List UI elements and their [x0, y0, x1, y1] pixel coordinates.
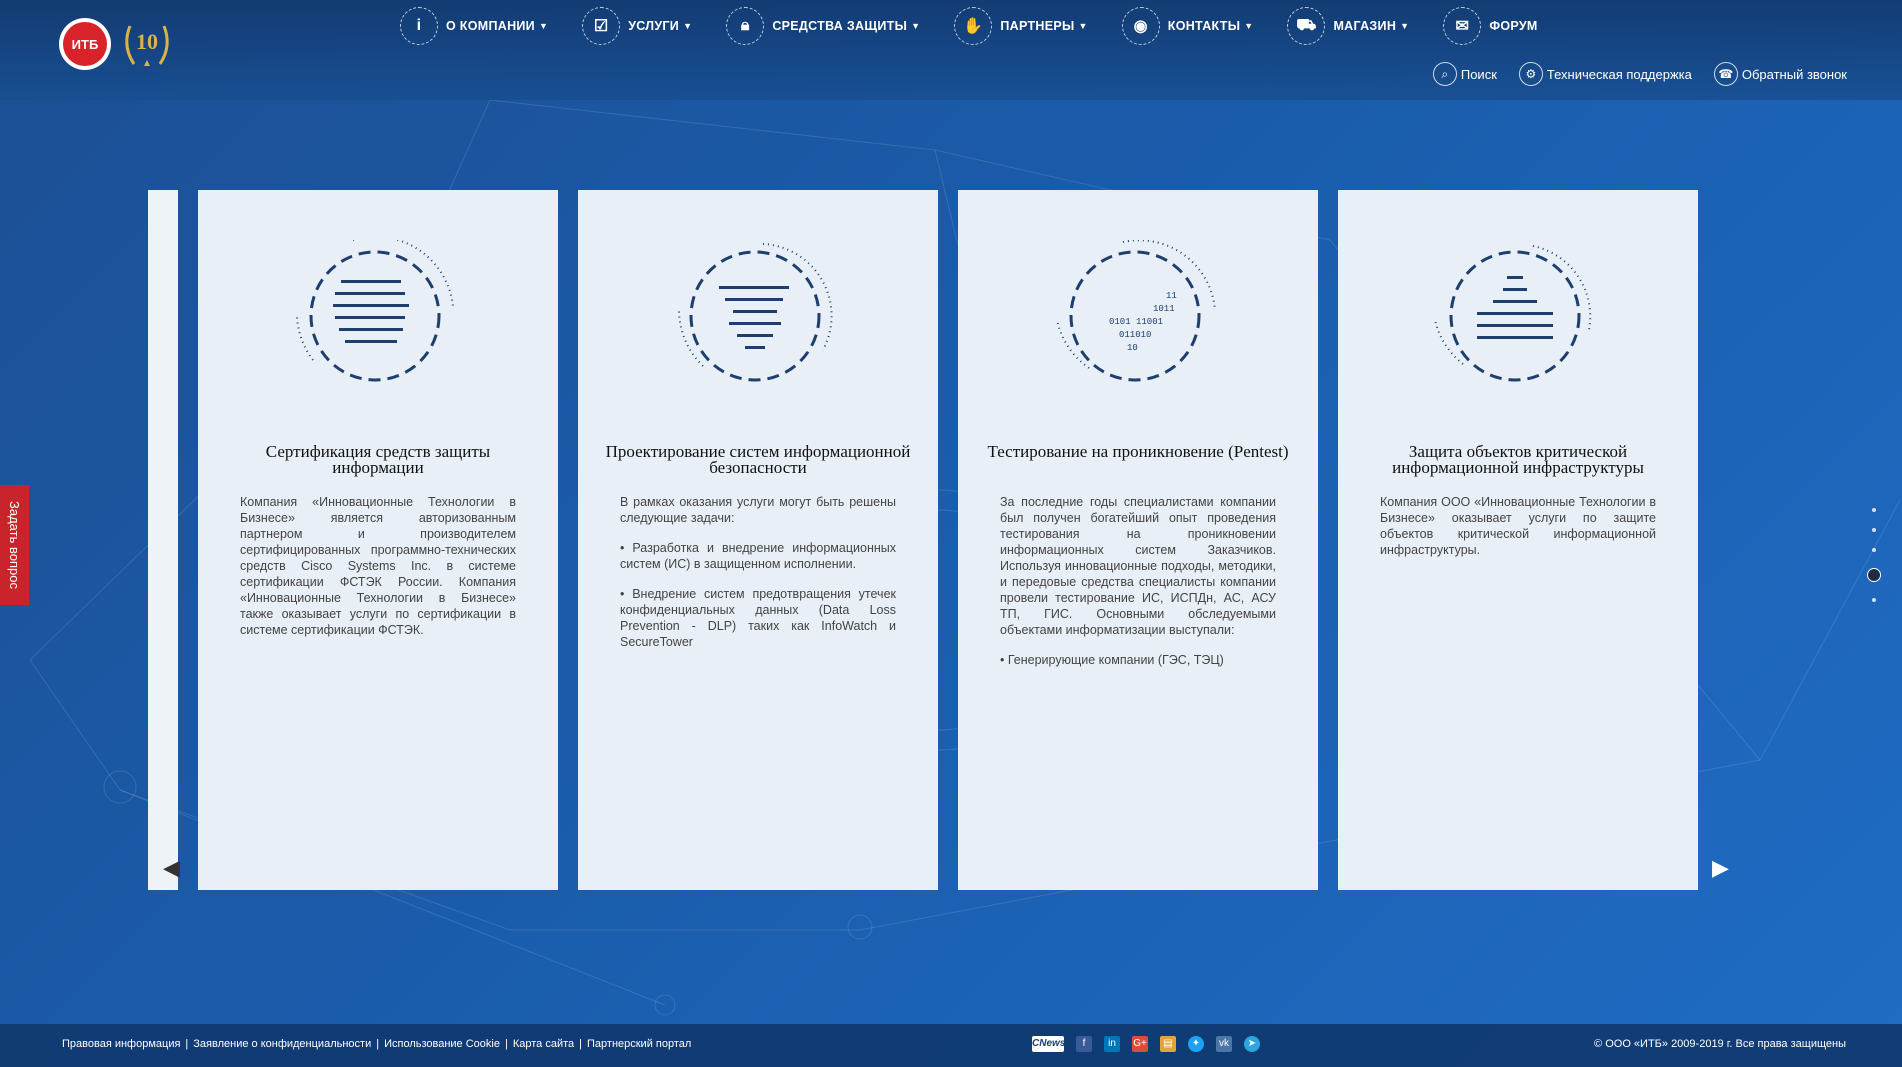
itb-logo[interactable]: ИТБ	[59, 18, 111, 70]
cnews-icon[interactable]: CNews	[1032, 1036, 1065, 1052]
nav-label: УСЛУГИ	[628, 19, 680, 33]
copyright-text: © ООО «ИТБ» 2009-2019 г. Все права защищ…	[1594, 1038, 1846, 1050]
anniversary-badge: 10	[120, 16, 174, 72]
chevron-down-icon: ▼	[1078, 21, 1088, 31]
nav-contacts[interactable]: ◉ КОНТАКТЫ ▼	[1121, 7, 1254, 45]
card-title: Защита объектов критической информационн…	[1392, 442, 1644, 477]
twitter-icon[interactable]: ✦	[1188, 1036, 1204, 1052]
card-paragraph: За последние годы специалистами компании…	[1000, 495, 1276, 637]
slider-dot[interactable]	[1872, 528, 1876, 532]
support-link[interactable]: ⚙ Техническая поддержка	[1518, 62, 1692, 86]
search-label: Поиск	[1460, 66, 1497, 82]
nav-label: МАГАЗИН	[1333, 19, 1397, 33]
nav-about[interactable]: i О КОМПАНИИ ▼	[400, 7, 548, 45]
gear-icon: ⚙	[1518, 62, 1543, 86]
footer-link[interactable]: Партнерский портал	[587, 1038, 691, 1050]
nav-label: О КОМПАНИИ	[446, 19, 535, 33]
nav-label: ПАРТНЕРЫ	[1000, 19, 1075, 33]
binary-line: 1011	[1153, 304, 1175, 314]
linkedin-icon[interactable]: in	[1104, 1036, 1120, 1052]
card-body: В рамках оказания услуги могут быть реше…	[620, 494, 896, 664]
nav-protection[interactable]: 🔒︎ СРЕДСТВА ЗАЩИТЫ ▼	[726, 7, 920, 45]
chevron-down-icon: ▼	[1244, 21, 1254, 31]
card-paragraph: Компания ООО «Инновационные Технологии в…	[1380, 495, 1656, 557]
card-bullet: Разработка и внедрение информационных си…	[620, 540, 896, 572]
nav-forum[interactable]: ✉ ФОРУМ	[1443, 7, 1537, 45]
utility-nav: ⌕ Поиск ⚙ Техническая поддержка ☎ Обратн…	[1411, 62, 1847, 86]
service-card[interactable]: 11 1011 0101 11001 011010 10 Тестировани…	[958, 190, 1318, 890]
slider-dot[interactable]	[1872, 548, 1876, 552]
binary-globe-icon	[296, 240, 454, 382]
card-title: Тестирование на проникновение (Pentest)	[987, 442, 1289, 461]
callback-link[interactable]: ☎ Обратный звонок	[1713, 62, 1847, 86]
binary-line: 10	[1127, 343, 1138, 353]
callback-label: Обратный звонок	[1741, 66, 1847, 82]
slider-dot[interactable]	[1872, 508, 1876, 512]
info-icon: i	[400, 7, 438, 45]
nav-label: ФОРУМ	[1489, 19, 1538, 33]
binary-shield-icon	[678, 243, 833, 382]
chevron-down-icon: ▼	[911, 21, 921, 31]
vk-icon[interactable]: vk	[1216, 1036, 1232, 1052]
card-paragraph: Компания «Инновационные Технологии в Биз…	[240, 495, 516, 637]
previous-card-edge	[148, 190, 178, 890]
card-body: Компания «Инновационные Технологии в Биз…	[240, 494, 516, 652]
site-footer: Правовая информация | Заявление о конфиде…	[0, 1024, 1902, 1067]
ask-question-tab[interactable]: Задать вопрос	[0, 485, 29, 605]
logo-text: ИТБ	[63, 22, 107, 66]
card-title: Сертификация средств защиты информации	[265, 442, 491, 477]
binary-code-icon: 11 1011 0101 11001 011010 10	[1056, 240, 1216, 382]
binary-line: 11	[1166, 291, 1177, 301]
handshake-icon: ✋	[954, 7, 993, 45]
site-header: ИТБ 10 i О КОМПАНИИ ▼ ☑ УСЛУГИ ▼ 🔒︎ СРЕДСТ…	[0, 0, 1902, 100]
card-bullet: Внедрение систем предотвращения утечек к…	[620, 586, 896, 650]
prev-slide-arrow-icon[interactable]: ◀	[163, 855, 180, 881]
social-links: CNews f in G+ ▤ ✦ vk ➤	[1032, 1036, 1272, 1052]
chat-icon: ✉	[1443, 7, 1482, 45]
nav-label: КОНТАКТЫ	[1167, 19, 1241, 33]
search-link[interactable]: ⌕ Поиск	[1432, 62, 1497, 86]
main-nav: i О КОМПАНИИ ▼ ☑ УСЛУГИ ▼ 🔒︎ СРЕДСТВА ЗАЩИ…	[400, 6, 1572, 46]
googleplus-icon[interactable]: G+	[1132, 1036, 1148, 1052]
chevron-down-icon: ▼	[683, 21, 693, 31]
nav-label: СРЕДСТВА ЗАЩИТЫ	[772, 19, 908, 33]
cart-icon: ⛟	[1287, 7, 1326, 45]
card-body: За последние годы специалистами компании…	[1000, 494, 1276, 682]
service-card[interactable]: Защита объектов критической информационн…	[1338, 190, 1698, 890]
nav-partners[interactable]: ✋ ПАРТНЕРЫ ▼	[954, 7, 1087, 45]
chevron-down-icon: ▼	[1400, 21, 1410, 31]
anniversary-number: 10	[136, 29, 158, 54]
nav-shop[interactable]: ⛟ МАГАЗИН ▼	[1287, 7, 1409, 45]
location-icon: ◉	[1121, 7, 1160, 45]
telegram-icon[interactable]: ➤	[1244, 1036, 1260, 1052]
footer-link[interactable]: Правовая информация	[62, 1038, 180, 1050]
binary-line: 011010	[1119, 330, 1151, 340]
ask-question-label: Задать вопрос	[7, 501, 22, 589]
card-body: Компания ООО «Инновационные Технологии в…	[1380, 494, 1656, 572]
lock-icon: 🔒︎	[726, 7, 765, 45]
service-card[interactable]: Сертификация средств защиты информации К…	[198, 190, 558, 890]
habr-icon[interactable]: ▤	[1160, 1036, 1176, 1052]
card-paragraph: В рамках оказания услуги могут быть реше…	[620, 495, 896, 525]
footer-links: Правовая информация | Заявление о конфиде…	[62, 1038, 692, 1050]
checklist-icon: ☑	[582, 7, 621, 45]
nav-services[interactable]: ☑ УСЛУГИ ▼	[582, 7, 692, 45]
card-bullet: Генерирующие компании (ГЭС, ТЭЦ)	[1000, 652, 1276, 668]
next-slide-arrow-icon[interactable]: ▶	[1712, 855, 1729, 881]
footer-link[interactable]: Использование Cookie	[384, 1038, 500, 1050]
binary-factory-icon	[1434, 245, 1592, 382]
slider-dot[interactable]	[1872, 598, 1876, 602]
card-title: Проектирование систем информационной без…	[605, 442, 911, 477]
footer-link[interactable]: Карта сайта	[513, 1038, 574, 1050]
slider-dot-active[interactable]	[1867, 568, 1881, 582]
facebook-icon[interactable]: f	[1076, 1036, 1092, 1052]
search-icon: ⌕	[1432, 62, 1457, 86]
chevron-down-icon: ▼	[538, 21, 549, 31]
slider-pagination	[1867, 500, 1881, 610]
phone-icon: ☎	[1713, 62, 1738, 86]
support-label: Техническая поддержка	[1546, 66, 1692, 82]
binary-line: 0101 11001	[1109, 317, 1163, 327]
footer-link[interactable]: Заявление о конфиденциальности	[193, 1038, 371, 1050]
service-card[interactable]: Проектирование систем информационной без…	[578, 190, 938, 890]
